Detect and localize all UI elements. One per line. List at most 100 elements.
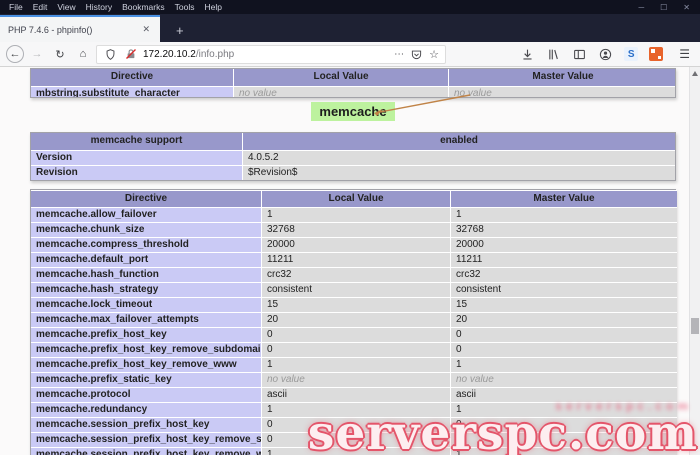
table-row: memcache.compress_threshold 20000 20000 — [31, 237, 677, 252]
back-button[interactable]: ← — [6, 45, 24, 63]
master-value: 15 — [450, 297, 677, 312]
column-header-local-value: Local Value — [261, 190, 450, 207]
menu-history[interactable]: History — [81, 2, 117, 12]
master-value: crc32 — [450, 267, 677, 282]
local-value: 20000 — [261, 237, 450, 252]
tab-bar: PHP 7.4.6 - phpinfo() ✕ + — [0, 14, 700, 42]
menu-bookmarks[interactable]: Bookmarks — [117, 2, 170, 12]
directive-name: mbstring.substitute_character — [31, 86, 233, 97]
annotation-arrow — [374, 94, 471, 116]
toolbar-icons: S ☰ — [520, 47, 694, 62]
directive-name: memcache.prefix_host_key — [31, 327, 261, 342]
column-header-master-value: Master Value — [448, 69, 675, 86]
table-row: memcache.max_failover_attempts 20 20 — [31, 312, 677, 327]
shield-icon[interactable] — [103, 47, 118, 62]
master-value: 0 — [450, 327, 677, 342]
extension-s-icon[interactable]: S — [624, 47, 639, 61]
master-value: 0 — [450, 342, 677, 357]
url-host: 172.20.10.2 — [143, 48, 196, 60]
forward-button[interactable]: → — [27, 44, 47, 64]
table-row: memcache.prefix_host_key_remove_www 1 1 — [31, 357, 677, 372]
menu-view[interactable]: View — [52, 2, 80, 12]
local-value: 1 — [261, 207, 450, 222]
master-value: 1 — [450, 207, 677, 222]
master-value: 32768 — [450, 222, 677, 237]
watermark: serverspc.com — [307, 406, 698, 455]
pocket-icon[interactable] — [409, 47, 424, 62]
master-value: 1 — [450, 357, 677, 372]
page-content: Directive Local Value Master Value mbstr… — [0, 67, 700, 455]
directive-name: memcache.session_prefix_host_key — [31, 417, 261, 432]
row-label: Revision — [31, 165, 242, 180]
bookmark-star-icon[interactable]: ☆ — [429, 48, 439, 61]
memcache-support-table: memcache support enabled Version 4.0.5.2… — [30, 132, 676, 181]
directive-name: memcache.lock_timeout — [31, 297, 261, 312]
maximize-icon[interactable]: ☐ — [660, 3, 667, 12]
scroll-up-icon[interactable] — [692, 71, 698, 76]
directive-name: memcache.session_prefix_host_key_remove_… — [31, 432, 261, 447]
tab-phpinfo[interactable]: PHP 7.4.6 - phpinfo() ✕ — [0, 15, 160, 42]
local-value: 1 — [261, 357, 450, 372]
local-value: ascii — [261, 387, 450, 402]
download-icon[interactable] — [520, 47, 535, 62]
library-icon[interactable] — [546, 47, 561, 62]
close-icon[interactable]: ✕ — [683, 3, 690, 12]
directive-name: memcache.prefix_host_key_remove_www — [31, 357, 261, 372]
directive-name: memcache.protocol — [31, 387, 261, 402]
table-row: memcache.prefix_host_key 0 0 — [31, 327, 677, 342]
menu-help[interactable]: Help — [199, 2, 226, 12]
support-header-label: memcache support — [31, 133, 242, 150]
sidebar-toggle-icon[interactable] — [572, 47, 587, 62]
account-icon[interactable] — [598, 47, 613, 62]
url-path: /info.php — [195, 48, 235, 60]
menu-edit[interactable]: Edit — [28, 2, 53, 12]
menu-tools[interactable]: Tools — [170, 2, 200, 12]
master-value: 20000 — [450, 237, 677, 252]
directive-name: memcache.prefix_host_key_remove_subdomai… — [31, 342, 261, 357]
reload-button[interactable]: ↻ — [50, 44, 70, 64]
table-header-row: memcache support enabled — [31, 133, 675, 150]
table-row: Version 4.0.5.2 — [31, 150, 675, 165]
support-header-value: enabled — [242, 133, 675, 150]
table-row: memcache.allow_failover 1 1 — [31, 207, 677, 222]
row-value: $Revision$ — [242, 165, 675, 180]
directive-name: memcache.compress_threshold — [31, 237, 261, 252]
column-header-directive: Directive — [31, 69, 233, 86]
window-controls: ─ ☐ ✕ — [638, 3, 696, 12]
new-tab-button[interactable]: + — [170, 23, 190, 42]
extension-orange-icon[interactable] — [649, 47, 664, 61]
table-row: memcache.hash_function crc32 crc32 — [31, 267, 677, 282]
insecure-lock-icon[interactable] — [123, 47, 138, 62]
directive-name: memcache.allow_failover — [31, 207, 261, 222]
master-value: no value — [450, 372, 677, 387]
vertical-scrollbar[interactable] — [689, 67, 700, 455]
directive-name: memcache.max_failover_attempts — [31, 312, 261, 327]
page-actions-icon[interactable]: ⋯ — [394, 49, 404, 60]
directive-name: memcache.redundancy — [31, 402, 261, 417]
tab-title: PHP 7.4.6 - phpinfo() — [8, 24, 93, 35]
menu-bar: File Edit View History Bookmarks Tools H… — [0, 0, 700, 14]
minimize-icon[interactable]: ─ — [638, 3, 644, 12]
table-row: memcache.chunk_size 32768 32768 — [31, 222, 677, 237]
address-bar[interactable]: 172.20.10.2 /info.php ⋯ ☆ — [96, 44, 446, 64]
home-button[interactable]: ⌂ — [73, 44, 93, 64]
local-value: consistent — [261, 282, 450, 297]
row-value: 4.0.5.2 — [242, 150, 675, 165]
column-header-local-value: Local Value — [233, 69, 448, 86]
table-row: memcache.hash_strategy consistent consis… — [31, 282, 677, 297]
directive-name: memcache.session_prefix_host_key_remove_… — [31, 447, 261, 455]
directive-name: memcache.prefix_static_key — [31, 372, 261, 387]
navigation-toolbar: ← → ↻ ⌂ 172.20.10.2 /info.php ⋯ ☆ S ☰ — [0, 42, 700, 67]
local-value: 0 — [261, 342, 450, 357]
tab-close-icon[interactable]: ✕ — [140, 24, 152, 35]
menu-file[interactable]: File — [4, 2, 28, 12]
directive-name: memcache.hash_function — [31, 267, 261, 282]
local-value: 20 — [261, 312, 450, 327]
directive-name: memcache.chunk_size — [31, 222, 261, 237]
scrollbar-thumb[interactable] — [691, 318, 699, 334]
row-label: Version — [31, 150, 242, 165]
hamburger-menu-icon[interactable]: ☰ — [679, 47, 690, 61]
master-value: no value — [448, 86, 675, 97]
local-value: 11211 — [261, 252, 450, 267]
table-row: memcache.lock_timeout 15 15 — [31, 297, 677, 312]
